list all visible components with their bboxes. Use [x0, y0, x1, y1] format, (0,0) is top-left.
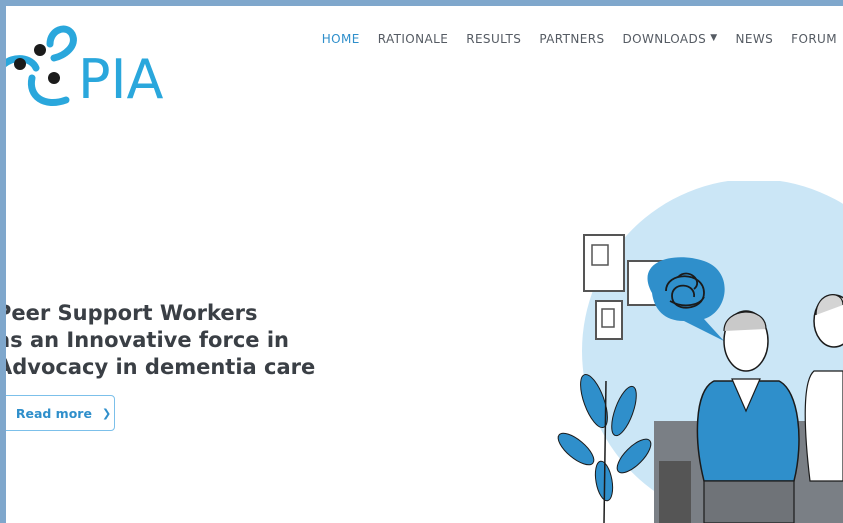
- nav-downloads-label: DOWNLOADS: [622, 32, 707, 46]
- nav-rationale[interactable]: RATIONALE: [378, 32, 449, 46]
- chevron-down-icon: ▼: [710, 33, 718, 43]
- pia-logo[interactable]: PIA: [6, 16, 196, 108]
- hero-title-line-1: Peer Support Workers: [6, 301, 258, 325]
- hero-illustration: [557, 181, 843, 523]
- read-more-label: Read more: [15, 405, 92, 421]
- nav-news[interactable]: NEWS: [736, 32, 774, 46]
- nav-forum-label: FORUM: [791, 32, 837, 46]
- nav-downloads[interactable]: DOWNLOADS ▼: [623, 32, 718, 46]
- page: PIA HOME RATIONALE RESULTS PARTNERS DOWN…: [6, 6, 843, 523]
- hero-title-line-2: as an Innovative force in: [6, 328, 289, 352]
- nav-home-label: HOME: [321, 32, 360, 46]
- logo-text: PIA: [78, 48, 163, 108]
- chevron-right-icon: ❯: [101, 406, 112, 420]
- hero-title-line-3: Advocacy in dementia care: [6, 355, 316, 379]
- hero-title: Peer Support Workers as an Innovative fo…: [6, 300, 316, 381]
- nav-partners[interactable]: PARTNERS: [539, 32, 604, 46]
- nav-partners-label: PARTNERS: [539, 32, 605, 46]
- nav-news-label: NEWS: [735, 32, 774, 46]
- nav-rationale-label: RATIONALE: [377, 32, 449, 46]
- read-more-button[interactable]: Read more ❯: [6, 395, 115, 431]
- nav-results-label: RESULTS: [466, 32, 522, 46]
- nav-forum[interactable]: FORUM: [791, 32, 837, 46]
- nav-results[interactable]: RESULTS: [466, 32, 521, 46]
- nav-home[interactable]: HOME: [322, 32, 360, 46]
- main-nav: HOME RATIONALE RESULTS PARTNERS DOWNLOAD…: [322, 32, 837, 46]
